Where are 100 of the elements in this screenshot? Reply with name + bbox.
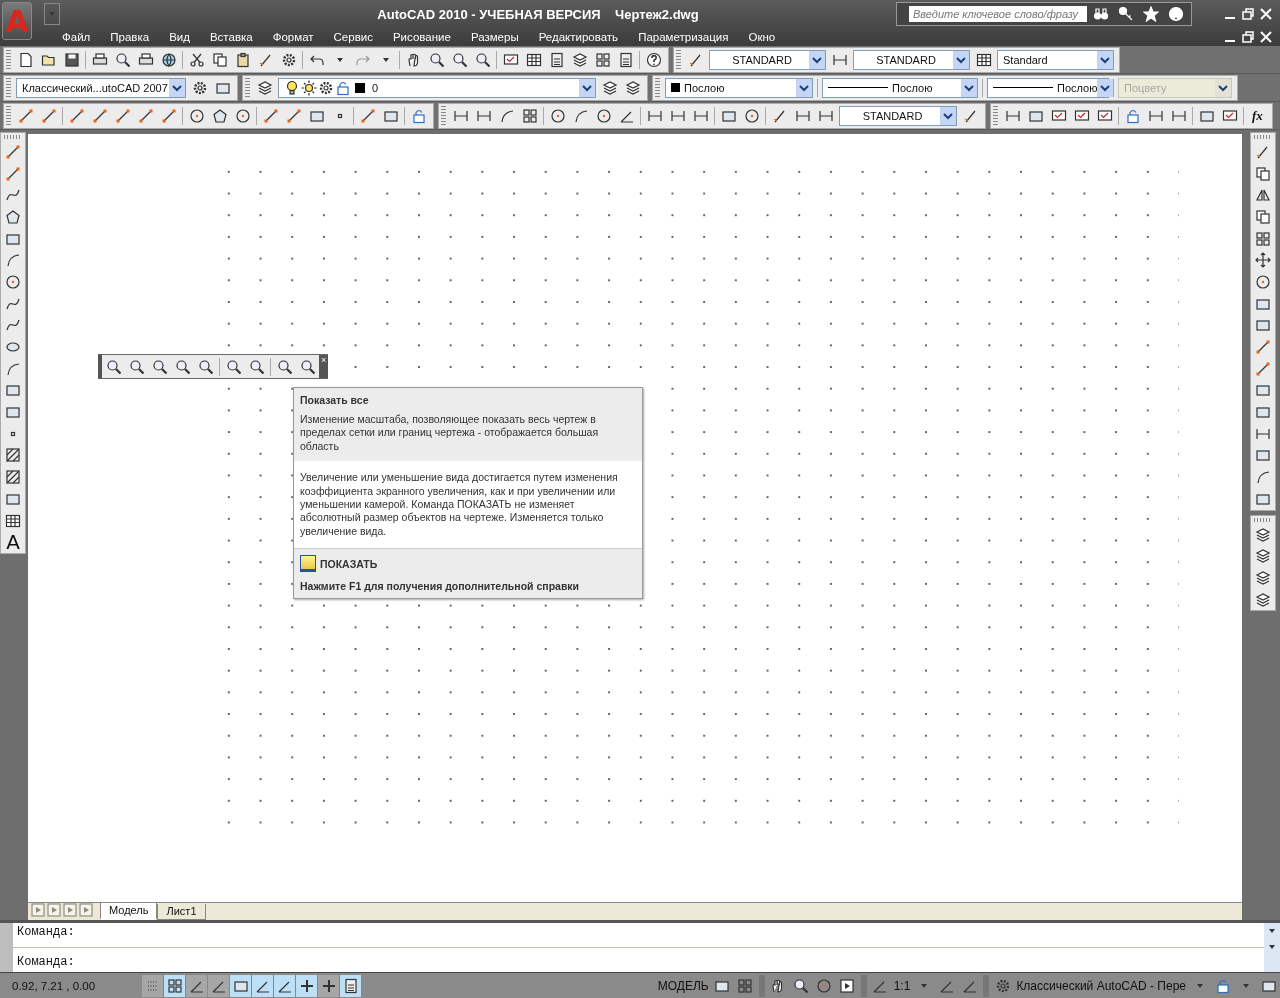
calculator-icon[interactable]: [548, 51, 565, 68]
screen-icon[interactable]: [1221, 107, 1238, 124]
model-space-button[interactable]: МОДЕЛЬ: [655, 978, 711, 993]
lwt-toggle[interactable]: [318, 974, 340, 997]
menu-item[interactable]: Сервис: [323, 31, 383, 43]
line-icon[interactable]: [17, 107, 34, 124]
circle-icon[interactable]: [234, 107, 251, 124]
circle-icon[interactable]: [595, 107, 612, 124]
magnifier-icon[interactable]: [428, 51, 445, 68]
text-style-dropdown[interactable]: STANDARD: [709, 49, 826, 70]
screen-icon[interactable]: [502, 51, 519, 68]
printer-icon[interactable]: [137, 51, 154, 68]
copy-icon[interactable]: [1255, 165, 1271, 182]
line-icon[interactable]: [5, 165, 21, 182]
magnifier-icon[interactable]: [197, 358, 214, 375]
menu-item[interactable]: Правка: [100, 31, 160, 43]
layout-tab[interactable]: Модель: [100, 903, 158, 920]
line-icon[interactable]: [114, 107, 131, 124]
padlock-icon[interactable]: [1124, 107, 1141, 124]
menu-item[interactable]: Рисование: [382, 31, 461, 43]
circle-icon[interactable]: [1255, 273, 1271, 290]
padlock-icon[interactable]: [410, 107, 427, 124]
line-icon[interactable]: [68, 107, 85, 124]
magnifier-icon[interactable]: [151, 358, 168, 375]
menu-item[interactable]: Параметризация: [628, 31, 739, 43]
grid-icon[interactable]: [737, 977, 754, 994]
magnifier-icon[interactable]: [299, 358, 316, 375]
line-icon[interactable]: [1255, 339, 1271, 356]
table-icon[interactable]: [525, 51, 542, 68]
workspace-button[interactable]: Классический AutoCAD - Пере: [1014, 978, 1188, 993]
line-icon[interactable]: [137, 107, 154, 124]
menu-item[interactable]: Размеры: [460, 31, 529, 43]
ducs-toggle[interactable]: [274, 974, 296, 997]
annotation-scale-button[interactable]: 1:1: [891, 978, 913, 993]
dyn-toggle[interactable]: [296, 974, 318, 997]
rectangle-icon[interactable]: [1255, 447, 1271, 464]
layers-icon[interactable]: [1255, 548, 1271, 565]
menu-item[interactable]: Редактировать: [528, 31, 629, 43]
hatch-icon[interactable]: [5, 469, 21, 486]
menu-item[interactable]: Окно: [738, 31, 786, 43]
menu-item[interactable]: Файл: [52, 31, 101, 43]
snap-toggle[interactable]: [142, 974, 164, 997]
copy-icon[interactable]: [211, 51, 228, 68]
workspace-dropdown[interactable]: Классический...utoCAD 2007: [16, 77, 186, 98]
menu-item[interactable]: Вид: [159, 31, 200, 43]
magnifier-icon[interactable]: [276, 358, 293, 375]
magnifier-icon[interactable]: [474, 51, 491, 68]
globe-icon[interactable]: [160, 51, 177, 68]
grid-icon[interactable]: [594, 51, 611, 68]
gear-icon[interactable]: [191, 79, 208, 96]
osnap-toggle[interactable]: [230, 974, 252, 997]
close-icon[interactable]: [1258, 29, 1274, 45]
table-icon[interactable]: [5, 512, 21, 529]
line-icon[interactable]: [1255, 360, 1271, 377]
rectangle-icon[interactable]: [1255, 382, 1271, 399]
layers-icon[interactable]: [601, 79, 618, 96]
table-icon[interactable]: [975, 51, 992, 68]
line-icon[interactable]: [160, 107, 177, 124]
arc-icon[interactable]: [5, 252, 21, 269]
layers-icon[interactable]: [256, 79, 273, 96]
dimension-style-dropdown[interactable]: STANDARD: [853, 49, 970, 70]
line-icon[interactable]: [262, 107, 279, 124]
line-icon[interactable]: [40, 107, 57, 124]
layers-icon[interactable]: [1255, 591, 1271, 608]
line-icon[interactable]: [91, 107, 108, 124]
rectangle-icon[interactable]: [1255, 317, 1271, 334]
magnifier-icon[interactable]: [128, 358, 145, 375]
calculator-icon[interactable]: [617, 51, 634, 68]
arc-icon[interactable]: [1255, 469, 1271, 486]
circle-icon[interactable]: [549, 107, 566, 124]
line-icon[interactable]: [285, 107, 302, 124]
rectangle-icon[interactable]: [5, 382, 21, 399]
color-dropdown[interactable]: Послою: [665, 77, 813, 98]
screen-icon[interactable]: [1073, 107, 1090, 124]
layers-icon[interactable]: [571, 51, 588, 68]
magnifier-icon[interactable]: [451, 51, 468, 68]
arc-icon[interactable]: [572, 107, 589, 124]
menu-item[interactable]: Вставка: [199, 31, 263, 43]
grid-toggle[interactable]: [164, 974, 186, 997]
move-arrows-icon[interactable]: [1255, 252, 1271, 269]
magnifier-icon[interactable]: [248, 358, 265, 375]
play-icon[interactable]: [839, 977, 856, 994]
scissors-icon[interactable]: [188, 51, 205, 68]
magnifier-icon[interactable]: [114, 51, 131, 68]
restore-icon[interactable]: [1240, 29, 1256, 45]
page-icon[interactable]: [17, 51, 34, 68]
pentagon-icon[interactable]: [5, 208, 21, 225]
layers-icon[interactable]: [624, 79, 641, 96]
close-button[interactable]: ×: [319, 355, 329, 378]
polar-toggle[interactable]: [208, 974, 230, 997]
star-icon[interactable]: [1142, 6, 1159, 22]
binoculars-icon[interactable]: [1092, 6, 1109, 22]
magnifier-icon[interactable]: [225, 358, 242, 375]
grid-icon[interactable]: [1255, 230, 1271, 247]
copy-icon[interactable]: [1255, 208, 1271, 225]
magnifier-icon[interactable]: [174, 358, 191, 375]
layer-dropdown[interactable]: 0: [278, 77, 596, 98]
rectangle-icon[interactable]: [1255, 404, 1271, 421]
grid-icon[interactable]: [521, 107, 538, 124]
ortho-toggle[interactable]: [186, 974, 208, 997]
